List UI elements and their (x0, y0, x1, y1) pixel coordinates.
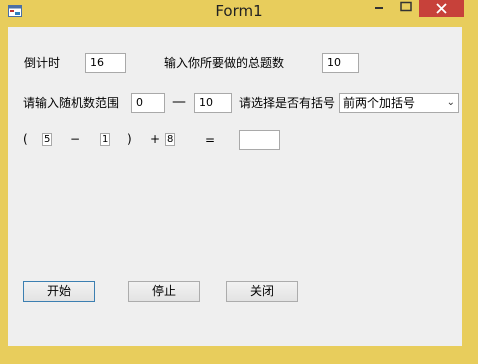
start-button[interactable]: 开始 (23, 281, 95, 302)
form-client-area: 倒计时 16 输入你所要做的总题数 10 请输入随机数范围 0 — 10 请选择… (8, 27, 462, 346)
open-paren: ( (23, 132, 28, 146)
close-icon[interactable] (419, 0, 464, 17)
brackets-label: 请选择是否有括号 (239, 96, 336, 110)
range-min-field[interactable]: 0 (131, 93, 165, 113)
total-questions-label: 输入你所要做的总题数 (164, 56, 285, 70)
operand-3: 8 (165, 133, 175, 146)
stop-button[interactable]: 停止 (128, 281, 200, 302)
operator-minus: − (70, 132, 81, 146)
countdown-label: 倒计时 (24, 56, 61, 70)
operator-plus: + (150, 132, 161, 146)
total-questions-field[interactable]: 10 (322, 53, 359, 73)
brackets-selected-value: 前两个加括号 (343, 96, 416, 110)
close-button[interactable]: 关闭 (226, 281, 298, 302)
countdown-field[interactable]: 16 (85, 53, 126, 73)
answer-field[interactable] (239, 130, 280, 150)
range-separator: — (172, 94, 186, 110)
maximize-icon[interactable] (395, 0, 417, 14)
range-max-field[interactable]: 10 (194, 93, 232, 113)
equals-sign: = (205, 133, 216, 147)
range-label: 请输入随机数范围 (23, 96, 120, 110)
close-paren: ) (127, 132, 132, 146)
form-window: Form1 倒计时 16 输入你所要做的总题数 10 请输入随机数范围 0 — … (0, 0, 478, 364)
operand-1: 5 (42, 133, 52, 146)
chevron-down-icon[interactable]: ⌄ (447, 94, 455, 112)
operand-2: 1 (100, 133, 110, 146)
minimize-icon[interactable] (370, 0, 388, 14)
title-bar[interactable]: Form1 (0, 0, 478, 24)
brackets-select[interactable]: 前两个加括号 ⌄ (339, 93, 459, 113)
